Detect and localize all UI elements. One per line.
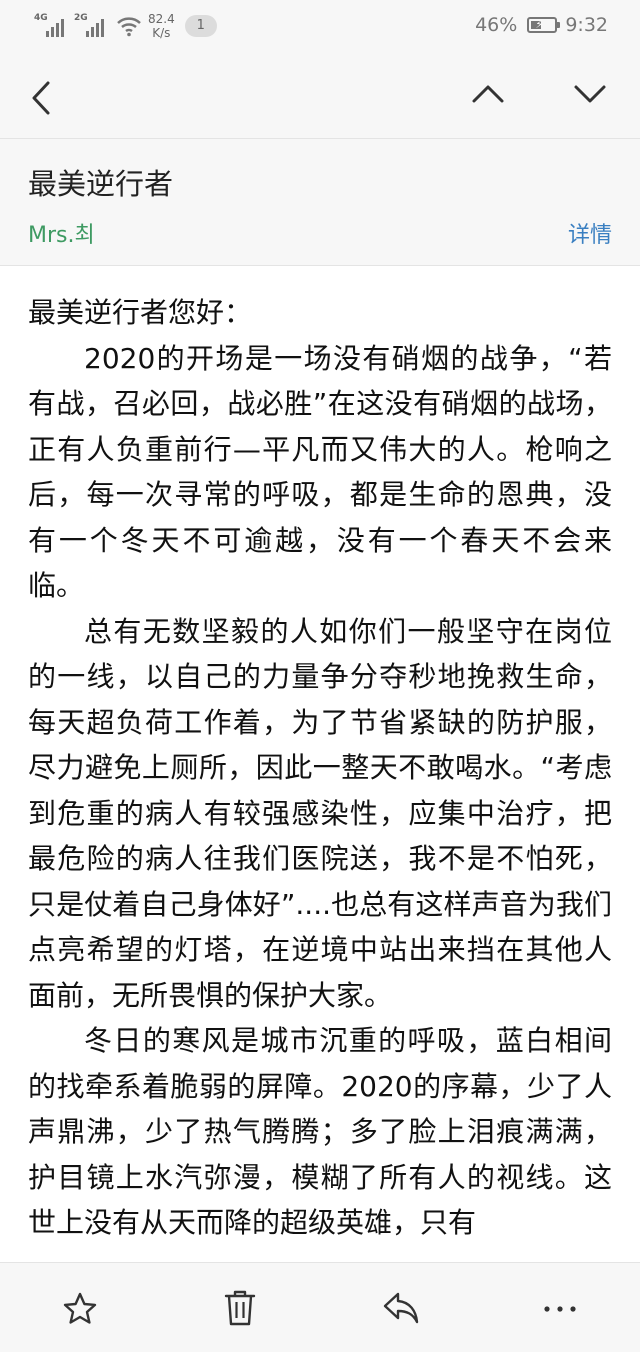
signal-sim1-icon: 4G <box>34 13 68 39</box>
status-left: 4G 2G 82.4 K/s 1 <box>34 12 217 40</box>
chevron-left-icon[interactable] <box>28 78 54 118</box>
wifi-icon <box>117 17 141 37</box>
network-speed: 82.4 K/s <box>148 12 175 40</box>
status-right: 46% ⚡ 9:32 <box>475 14 608 36</box>
mail-body: 最美逆行者您好： 2020的开场是一场没有硝烟的战争，“若有战，召必回，战必胜”… <box>28 290 612 1262</box>
chevron-up-icon[interactable] <box>470 82 506 106</box>
trash-icon[interactable] <box>224 1289 256 1327</box>
status-bar: 4G 2G 82.4 K/s 1 46% ⚡ 9:32 <box>0 0 640 56</box>
mail-nav-bar <box>0 56 640 139</box>
more-icon[interactable] <box>540 1291 580 1327</box>
reply-icon[interactable] <box>382 1291 420 1325</box>
network-speed-unit: K/s <box>152 26 171 40</box>
battery-percent: 46% <box>475 14 518 36</box>
clock: 9:32 <box>565 14 608 36</box>
network-speed-value: 82.4 <box>148 12 175 26</box>
mail-greeting: 最美逆行者您好： <box>28 296 253 329</box>
mail-paragraph: 总有无数坚毅的人如你们一般坚守在岗位的一线，以自己的力量争分夺秒地挽救生命，每天… <box>28 614 612 1012</box>
star-icon[interactable] <box>62 1291 98 1327</box>
mail-paragraph: 冬日的寒风是城市沉重的呼吸，蓝白相间的找牵系着脆弱的屏障。2020的序幕，少了人… <box>28 1024 612 1239</box>
mail-header: 最美逆行者 Mrs.최 详情 <box>0 139 640 266</box>
notification-badge: 1 <box>184 15 217 37</box>
bottom-toolbar <box>0 1262 640 1352</box>
sender-name[interactable]: Mrs.최 <box>28 217 95 249</box>
signal-sim2-icon: 2G <box>74 13 108 39</box>
chevron-down-icon[interactable] <box>572 82 608 106</box>
battery-charging-icon: ⚡ <box>527 17 561 33</box>
details-link[interactable]: 详情 <box>568 217 612 249</box>
mail-subject: 最美逆行者 <box>28 167 174 201</box>
mail-paragraph: 2020的开场是一场没有硝烟的战争，“若有战，召必回，战必胜”在这没有硝烟的战场… <box>28 341 612 603</box>
